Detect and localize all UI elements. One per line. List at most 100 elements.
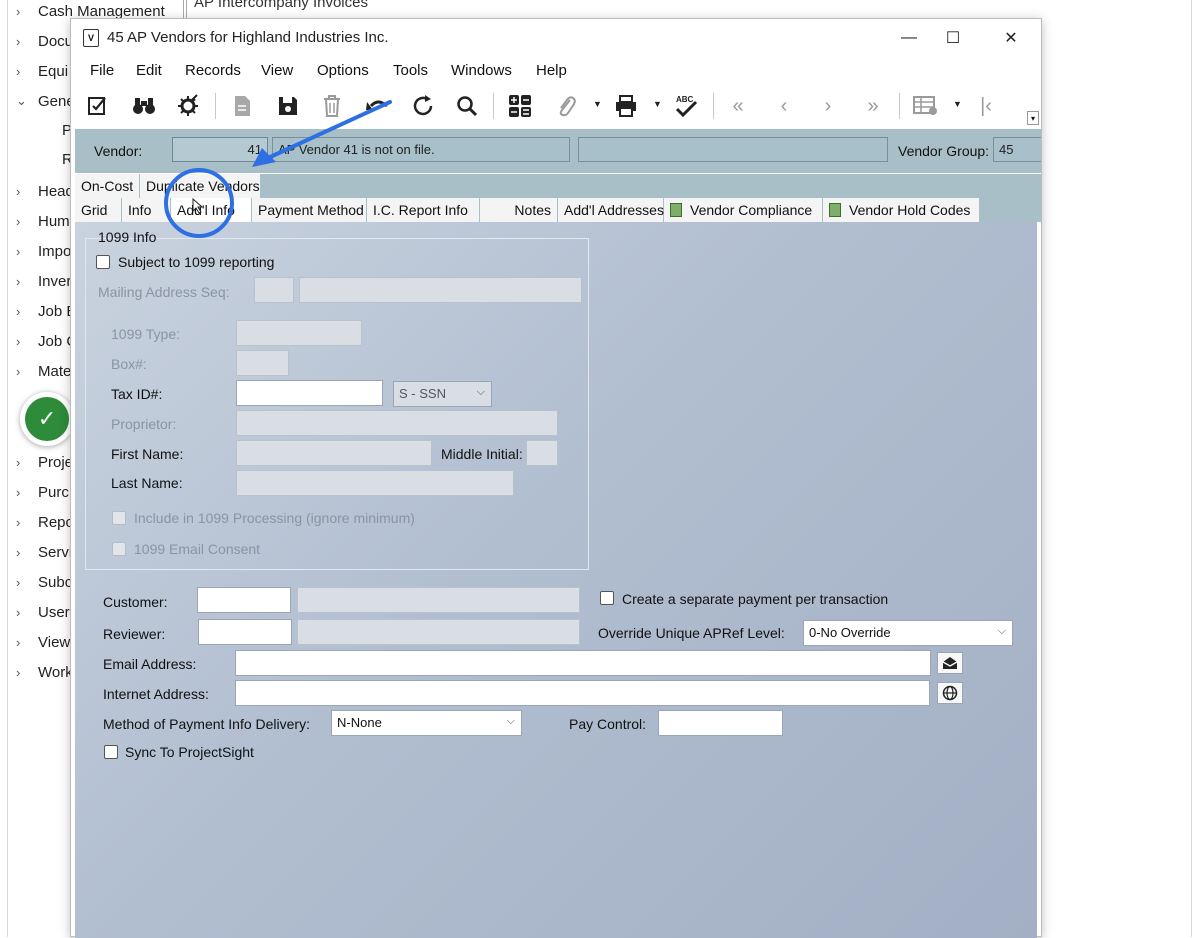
chevron-right-icon[interactable]: › xyxy=(16,635,32,650)
menu-help[interactable]: Help xyxy=(536,62,567,79)
tab-ic-report-info[interactable]: I.C. Report Info xyxy=(367,198,479,222)
close-button[interactable]: ✕ xyxy=(991,25,1031,51)
tree-item[interactable]: › Job C xyxy=(16,330,77,352)
mailing-address-seq-input[interactable] xyxy=(254,277,294,303)
maximize-button[interactable]: ☐ xyxy=(933,25,973,51)
tree-item[interactable]: › Subc xyxy=(16,571,72,593)
minimize-button[interactable]: — xyxy=(889,25,929,51)
vendor-group-input[interactable]: 45 xyxy=(993,137,1041,162)
include-1099-processing-checkbox[interactable] xyxy=(112,511,126,525)
tree-item[interactable]: ⌄ Gene xyxy=(16,90,75,112)
proprietor-input[interactable] xyxy=(236,410,558,436)
override-apref-select[interactable]: 0-No Override ⌵ xyxy=(803,620,1013,646)
menu-windows[interactable]: Windows xyxy=(451,62,512,79)
save-icon[interactable] xyxy=(273,91,303,121)
chevron-right-icon[interactable]: › xyxy=(16,334,32,349)
payment-delivery-select[interactable]: N-None ⌵ xyxy=(331,710,522,736)
settings-bug-icon[interactable] xyxy=(173,91,203,121)
next-record-icon[interactable]: › xyxy=(813,91,843,121)
customer-input[interactable] xyxy=(197,587,291,613)
menu-options[interactable]: Options xyxy=(317,62,369,79)
chevron-right-icon[interactable]: › xyxy=(16,184,32,199)
vendor-input[interactable]: 41 xyxy=(172,137,268,162)
box-input[interactable] xyxy=(236,350,289,376)
last-name-input[interactable] xyxy=(236,470,514,496)
attachment-icon[interactable] xyxy=(551,91,581,121)
menu-edit[interactable]: Edit xyxy=(136,62,162,79)
tree-item[interactable]: › View xyxy=(16,631,70,653)
tree-item[interactable]: › Docu xyxy=(16,30,73,52)
tree-item[interactable]: › Impo xyxy=(16,240,71,262)
toolbar-overflow-icon[interactable]: ▾ xyxy=(1027,111,1039,125)
internet-address-input[interactable] xyxy=(235,680,930,706)
middle-initial-input[interactable] xyxy=(526,440,558,466)
chevron-right-icon[interactable]: › xyxy=(16,64,32,79)
first-name-input[interactable] xyxy=(236,440,432,466)
grid-settings-icon[interactable] xyxy=(911,91,941,121)
separate-payment-checkbox[interactable] xyxy=(600,591,614,605)
chevron-right-icon[interactable]: › xyxy=(16,485,32,500)
pay-control-input[interactable] xyxy=(658,710,783,736)
menu-view[interactable]: View xyxy=(261,62,293,79)
1099-type-input[interactable] xyxy=(236,320,362,346)
menu-tools[interactable]: Tools xyxy=(393,62,428,79)
subject-to-1099-checkbox[interactable] xyxy=(96,255,110,269)
tab-info[interactable]: Info xyxy=(122,198,170,222)
grid-settings-dropdown-caret[interactable]: ▼ xyxy=(953,99,962,109)
tree-item[interactable]: › Job E xyxy=(16,300,76,322)
tab-addl-addresses[interactable]: Add'l Addresses xyxy=(558,198,664,222)
search-icon[interactable] xyxy=(452,91,482,121)
previous-record-icon[interactable]: ‹ xyxy=(769,91,799,121)
tab-payment-method[interactable]: Payment Method xyxy=(252,198,366,222)
document-icon[interactable] xyxy=(227,91,257,121)
attachment-dropdown-caret[interactable]: ▼ xyxy=(593,99,602,109)
chevron-right-icon[interactable]: › xyxy=(16,4,32,19)
chevron-right-icon[interactable]: › xyxy=(16,575,32,590)
tree-item[interactable]: › Proje xyxy=(16,451,73,473)
tree-item[interactable]: › Head xyxy=(16,180,74,202)
goto-start-icon[interactable]: |‹ xyxy=(971,91,1001,121)
sync-projectsight-checkbox[interactable] xyxy=(104,745,118,759)
menu-records[interactable]: Records xyxy=(185,62,241,79)
chevron-right-icon[interactable]: › xyxy=(16,545,32,560)
chevron-right-icon[interactable]: › xyxy=(16,364,32,379)
undo-icon[interactable] xyxy=(363,91,393,121)
chevron-down-icon[interactable]: ⌄ xyxy=(16,93,32,109)
chevron-right-icon[interactable]: › xyxy=(16,34,32,49)
chevron-right-icon[interactable]: › xyxy=(16,455,32,470)
chevron-right-icon[interactable]: › xyxy=(16,274,32,289)
globe-icon[interactable] xyxy=(937,682,963,704)
tree-item[interactable]: › Work xyxy=(16,661,73,683)
chevron-right-icon[interactable]: › xyxy=(16,244,32,259)
last-record-icon[interactable]: » xyxy=(858,91,888,121)
tree-item[interactable]: › User xyxy=(16,601,70,623)
calculator-icon[interactable] xyxy=(505,91,535,121)
chevron-right-icon[interactable]: › xyxy=(16,214,32,229)
tab-vendor-hold-codes[interactable]: Vendor Hold Codes xyxy=(823,198,979,222)
chevron-right-icon[interactable]: › xyxy=(16,665,32,680)
reviewer-input[interactable] xyxy=(198,619,292,645)
tab-vendor-compliance[interactable]: Vendor Compliance xyxy=(664,198,822,222)
delete-icon[interactable] xyxy=(317,91,347,121)
tree-item[interactable]: › Equi xyxy=(16,60,68,82)
chevron-right-icon[interactable]: › xyxy=(16,304,32,319)
spellcheck-icon[interactable]: ABC xyxy=(671,91,701,121)
tree-item[interactable]: › Inver xyxy=(16,270,71,292)
tree-item[interactable]: › Servi xyxy=(16,541,72,563)
1099-email-consent-checkbox[interactable] xyxy=(112,542,126,556)
tree-item[interactable]: › Mate xyxy=(16,360,71,382)
chevron-right-icon[interactable]: › xyxy=(16,515,32,530)
envelope-icon[interactable] xyxy=(937,652,963,674)
first-record-icon[interactable]: « xyxy=(723,91,753,121)
tree-item[interactable]: › Purc xyxy=(16,481,69,503)
tax-id-input[interactable] xyxy=(236,380,383,406)
chevron-right-icon[interactable]: › xyxy=(16,605,32,620)
tab-grid[interactable]: Grid xyxy=(75,198,121,222)
print-icon[interactable] xyxy=(611,91,641,121)
edit-checklist-icon[interactable] xyxy=(83,91,113,121)
refresh-icon[interactable] xyxy=(408,91,438,121)
tree-item[interactable]: › Hum xyxy=(16,210,70,232)
tax-id-type-select[interactable]: S - SSN ⌵ xyxy=(393,381,492,407)
binoculars-icon[interactable] xyxy=(129,91,159,121)
tree-item[interactable]: › Repo xyxy=(16,511,74,533)
